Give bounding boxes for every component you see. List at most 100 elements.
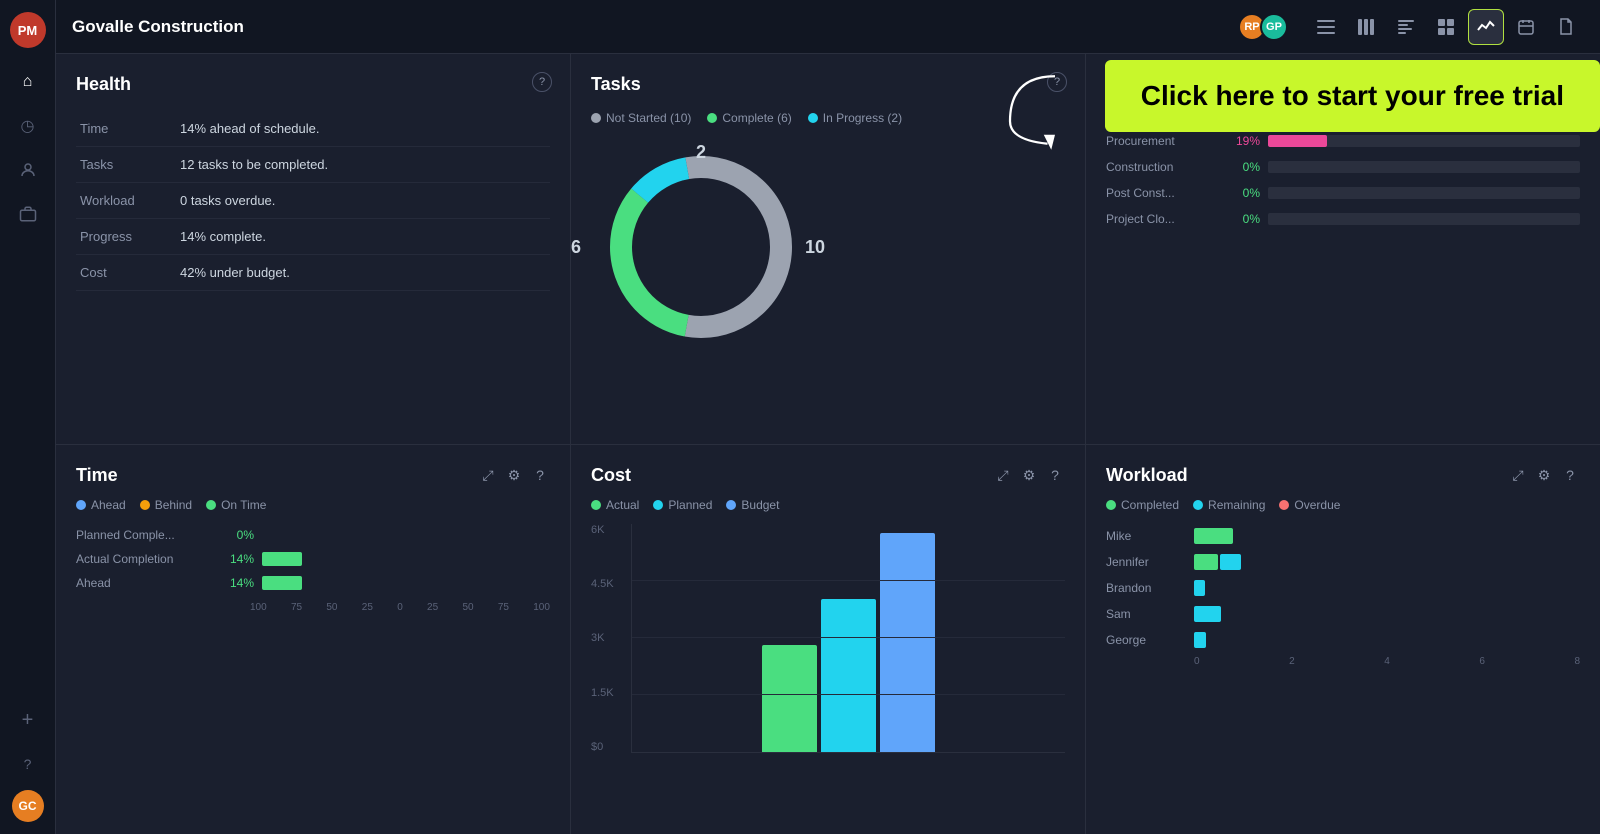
- tool-chart[interactable]: [1468, 9, 1504, 45]
- sidebar: PM ⌂ ◷ + ? GC: [0, 0, 56, 834]
- time-row: Actual Completion 14%: [76, 552, 550, 566]
- task-bar-pct: 0%: [1224, 212, 1260, 226]
- workload-row: Sam: [1106, 606, 1580, 622]
- health-row: Tasks12 tasks to be completed.: [76, 147, 550, 183]
- time-row-value: 14%: [214, 576, 254, 590]
- wl-bar-completed: [1194, 554, 1218, 570]
- workload-row-label: Jennifer: [1106, 555, 1186, 569]
- tool-list[interactable]: [1308, 9, 1344, 45]
- cost-legend-item: Planned: [653, 498, 712, 512]
- cost-title: Cost: [591, 465, 631, 486]
- workload-row-label: George: [1106, 633, 1186, 647]
- time-legend-dot: [76, 500, 86, 510]
- workload-x-axis: 0 2 4 6 8: [1106, 656, 1580, 667]
- time-expand-icon[interactable]: ⤢: [478, 465, 498, 485]
- wl-bar-remaining: [1194, 606, 1221, 622]
- health-row: Cost42% under budget.: [76, 255, 550, 291]
- workload-title: Workload: [1106, 465, 1188, 486]
- time-icons: ⤢ ⚙ ?: [478, 465, 550, 485]
- dashboard-grid: Health ? Time14% ahead of schedule.Tasks…: [56, 54, 1600, 834]
- donut-chart: 6 2: [591, 137, 811, 357]
- legend-dot: [707, 113, 717, 123]
- cta-box[interactable]: Click here to start your free trial: [1105, 60, 1600, 132]
- cost-legend-dot: [591, 500, 601, 510]
- donut-svg: [601, 147, 801, 347]
- health-help-icon[interactable]: ?: [532, 72, 552, 92]
- cost-legend: ActualPlannedBudget: [591, 498, 1065, 512]
- header-avatars: RP GP: [1238, 13, 1288, 41]
- time-help-icon[interactable]: ?: [530, 465, 550, 485]
- workload-legend: CompletedRemainingOverdue: [1106, 498, 1580, 512]
- legend-dot: [591, 113, 601, 123]
- tool-file[interactable]: [1548, 9, 1584, 45]
- cost-settings-icon[interactable]: ⚙: [1019, 465, 1039, 485]
- time-row-value: 14%: [214, 552, 254, 566]
- workload-expand-icon[interactable]: ⤢: [1508, 465, 1528, 485]
- cost-y-labels: 6K 4.5K 3K 1.5K $0: [591, 524, 627, 754]
- donut-label-left: 6: [571, 237, 581, 258]
- health-row: Time14% ahead of schedule.: [76, 111, 550, 147]
- time-row-label: Actual Completion: [76, 552, 206, 566]
- time-legend-item: Ahead: [76, 498, 126, 512]
- sidebar-item-clock[interactable]: ◷: [10, 108, 46, 144]
- tool-columns[interactable]: [1348, 9, 1384, 45]
- time-row-label: Ahead: [76, 576, 206, 590]
- task-bar-row: Project Clo... 0%: [1106, 212, 1580, 226]
- cost-expand-icon[interactable]: ⤢: [993, 465, 1013, 485]
- cost-legend-dot: [653, 500, 663, 510]
- time-legend: Ahead Behind On Time: [76, 498, 550, 512]
- cost-legend-dot: [726, 500, 736, 510]
- time-row: Ahead 14%: [76, 576, 550, 590]
- task-bar-label: Project Clo...: [1106, 212, 1216, 226]
- task-bar-label: Post Const...: [1106, 186, 1216, 200]
- health-panel: Health ? Time14% ahead of schedule.Tasks…: [56, 54, 570, 444]
- tool-calendar[interactable]: [1508, 9, 1544, 45]
- health-row: Workload0 tasks overdue.: [76, 183, 550, 219]
- time-settings-icon[interactable]: ⚙: [504, 465, 524, 485]
- time-row-value: 0%: [214, 528, 254, 542]
- header: Govalle Construction RP GP: [56, 0, 1600, 54]
- tool-table[interactable]: [1428, 9, 1464, 45]
- workload-row-label: Mike: [1106, 529, 1186, 543]
- workload-bar-area: [1194, 554, 1580, 570]
- main-content: Govalle Construction RP GP: [56, 0, 1600, 834]
- app-logo[interactable]: PM: [10, 12, 46, 48]
- cost-bars-container: [631, 524, 1065, 754]
- health-row: Progress14% complete.: [76, 219, 550, 255]
- sidebar-item-briefcase[interactable]: [10, 196, 46, 232]
- page-title: Govalle Construction: [72, 17, 244, 37]
- workload-legend-dot: [1106, 500, 1116, 510]
- workload-panel: Workload ⤢ ⚙ ? CompletedRemainingOverdue…: [1086, 445, 1600, 834]
- workload-legend-item: Remaining: [1193, 498, 1265, 512]
- time-legend-dot: [206, 500, 216, 510]
- time-row-bar: [262, 552, 302, 566]
- sidebar-item-help[interactable]: ?: [10, 746, 46, 782]
- workload-bar-area: [1194, 606, 1580, 622]
- workload-row-label: Brandon: [1106, 581, 1186, 595]
- cost-bar-budget: [880, 533, 935, 752]
- workload-settings-icon[interactable]: ⚙: [1534, 465, 1554, 485]
- sidebar-item-people[interactable]: [10, 152, 46, 188]
- workload-help-icon[interactable]: ?: [1560, 465, 1580, 485]
- health-table: Time14% ahead of schedule.Tasks12 tasks …: [76, 111, 550, 291]
- time-row-label: Planned Comple...: [76, 528, 206, 542]
- sidebar-item-home[interactable]: ⌂: [10, 64, 46, 100]
- time-legend-item: On Time: [206, 498, 266, 512]
- workload-bar-area: [1194, 632, 1580, 648]
- donut-label-top: 2: [696, 142, 706, 163]
- workload-legend-item: Completed: [1106, 498, 1179, 512]
- workload-rows: Mike Jennifer Brandon Sam George: [1106, 528, 1580, 648]
- time-rows: Planned Comple... 0% Actual Completion 1…: [76, 528, 550, 590]
- legend-dot: [808, 113, 818, 123]
- wl-bar-remaining: [1194, 580, 1205, 596]
- wl-bar-completed: [1194, 528, 1233, 544]
- user-avatar[interactable]: GC: [12, 790, 44, 822]
- time-legend-dot: [140, 500, 150, 510]
- cost-help-icon[interactable]: ?: [1045, 465, 1065, 485]
- time-legend-item: Behind: [140, 498, 192, 512]
- sidebar-item-add[interactable]: +: [10, 702, 46, 738]
- tool-gantt[interactable]: [1388, 9, 1424, 45]
- workload-legend-dot: [1193, 500, 1203, 510]
- tasks-legend-item: In Progress (2): [808, 111, 902, 125]
- donut-label-right: 10: [805, 237, 825, 258]
